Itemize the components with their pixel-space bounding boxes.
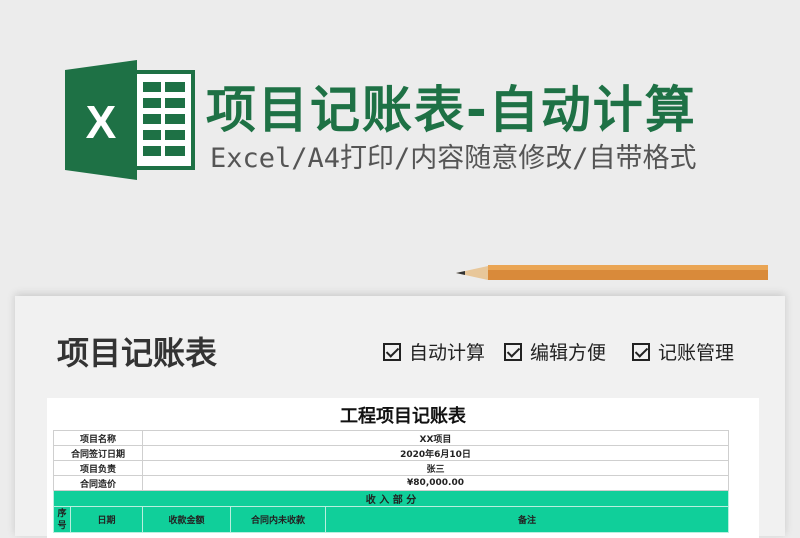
feature-auto-calc: 自动计算 (383, 338, 485, 365)
card-title: 项目记账表 (57, 334, 218, 372)
info-row: 项目名称 XX项目 (53, 430, 729, 446)
checkbox-checked-icon (632, 342, 650, 361)
banner-title: 项目记账表-自动计算 (206, 81, 697, 139)
checkbox-checked-icon (383, 342, 401, 361)
ledger-table: 项目名称 XX项目 合同签订日期 2020年6月10日 项目负责 张三 合同造价 ¥80… (53, 430, 729, 533)
info-row: 项目负责 张三 (53, 460, 729, 476)
sheet-title: 工程项目记账表 (340, 406, 466, 427)
feature-easy-edit: 编辑方便 (504, 338, 606, 365)
info-row: 合同签订日期 2020年6月10日 (53, 445, 729, 461)
info-row: 合同造价 ¥80,000.00 (53, 475, 729, 491)
pencil-icon (456, 265, 768, 280)
spreadsheet-preview: 工程项目记账表 项目名称 XX项目 合同签订日期 2020年6月10日 项目负责 张三… (47, 398, 759, 538)
section-row: 收 入 部 分 (53, 490, 729, 507)
preview-card: 项目记账表 自动计算 编辑方便 记账管理 工程项目记账表 项目名称 XX项目 合同… (15, 296, 785, 538)
svg-text:X: X (86, 96, 117, 148)
header-row: 序号 日期 收款金额 合同内未收款 备注 (53, 506, 729, 533)
banner-subtitle: Excel/A4打印/内容随意修改/自带格式 (210, 143, 697, 174)
excel-logo-icon: X (65, 60, 195, 180)
checkbox-checked-icon (504, 342, 522, 361)
feature-bookkeeping: 记账管理 (632, 338, 734, 365)
